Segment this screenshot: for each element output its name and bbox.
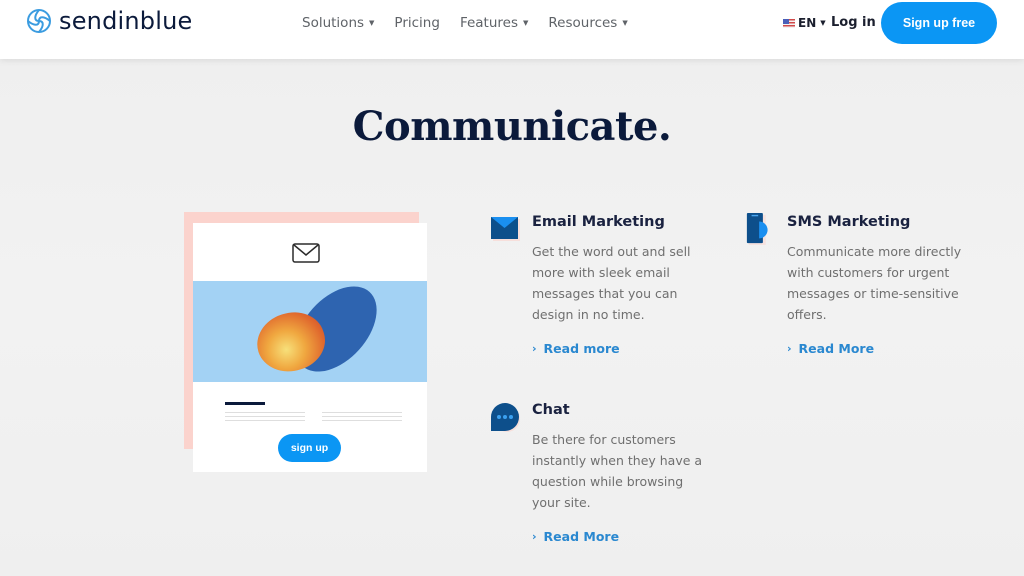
caret-down-icon: ▼ <box>523 19 529 27</box>
nav-solutions-label: Solutions <box>302 15 365 31</box>
placeholder-heading-line <box>225 402 265 405</box>
read-more-label: Read More <box>543 529 620 544</box>
brand-name: sendinblue <box>59 7 193 35</box>
feature-sms-marketing: SMS Marketing Communicate more directly … <box>746 213 987 364</box>
chevron-right-icon: › <box>532 530 537 543</box>
nav-resources[interactable]: Resources ▼ <box>548 15 627 31</box>
placeholder-text-line <box>322 416 402 417</box>
language-selector[interactable]: EN ▼ <box>783 16 826 30</box>
placeholder-text-line <box>225 416 305 417</box>
read-more-link[interactable]: › Read More <box>787 341 874 356</box>
placeholder-text-line <box>225 412 305 413</box>
signup-free-button[interactable]: Sign up free <box>881 2 997 44</box>
nav-features-label: Features <box>459 15 518 31</box>
caret-down-icon: ▼ <box>622 19 628 27</box>
login-link[interactable]: Log in <box>831 15 876 30</box>
read-more-label: Read more <box>543 341 620 356</box>
read-more-link[interactable]: › Read more <box>532 341 620 356</box>
nav-solutions[interactable]: Solutions ▼ <box>302 15 374 31</box>
caret-down-icon: ▼ <box>820 19 826 27</box>
email-icon <box>491 217 520 241</box>
read-more-label: Read More <box>798 341 875 356</box>
nav-features[interactable]: Features ▼ <box>460 15 528 31</box>
nav-pricing-label: Pricing <box>394 15 440 31</box>
chevron-right-icon: › <box>532 342 537 355</box>
us-flag-icon <box>783 18 795 28</box>
mango-image <box>193 281 427 382</box>
feature-description: Communicate more directly with customers… <box>787 244 962 322</box>
chevron-right-icon: › <box>787 342 792 355</box>
feature-title: SMS Marketing <box>787 214 911 230</box>
feature-email-marketing: Email Marketing Get the word out and sel… <box>491 214 732 364</box>
feature-title: Chat <box>532 402 570 418</box>
envelope-icon <box>292 243 320 263</box>
site-header: sendinblue Solutions ▼ Pricing Features … <box>0 0 1024 59</box>
feature-chat: Chat Be there for customers instantly wh… <box>491 402 732 552</box>
nav-pricing[interactable]: Pricing <box>394 15 440 31</box>
sendinblue-logo-icon <box>27 9 51 33</box>
caret-down-icon: ▼ <box>369 19 375 27</box>
nav-resources-label: Resources <box>548 15 618 31</box>
illustration-signup-button: sign up <box>278 434 341 462</box>
placeholder-text-line <box>322 420 402 421</box>
feature-description: Be there for customers instantly when th… <box>532 432 703 510</box>
sms-icon <box>746 213 768 245</box>
feature-title: Email Marketing <box>532 214 665 230</box>
page-title: Communicate. <box>352 103 672 150</box>
placeholder-text-line <box>225 420 305 421</box>
feature-description: Get the word out and sell more with slee… <box>532 244 691 322</box>
language-label: EN <box>798 16 817 30</box>
read-more-link[interactable]: › Read More <box>532 529 619 544</box>
email-preview-illustration: sign up <box>193 223 427 472</box>
main-nav: Solutions ▼ Pricing Features ▼ Resources… <box>302 15 648 31</box>
placeholder-text-line <box>322 412 402 413</box>
logo[interactable]: sendinblue <box>26 7 192 35</box>
chat-icon <box>491 403 520 432</box>
